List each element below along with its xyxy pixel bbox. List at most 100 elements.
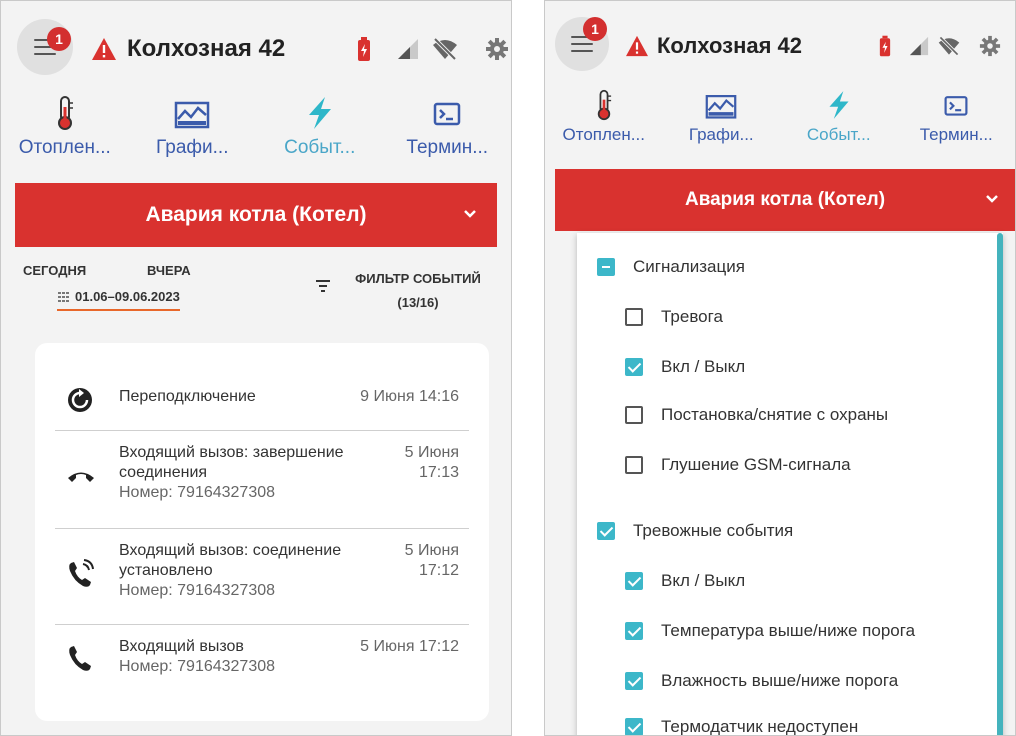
checkbox-checked[interactable]: [625, 672, 643, 690]
filter-group-alarm-events[interactable]: Тревожные события: [597, 521, 793, 541]
lightning-icon: [829, 91, 849, 119]
list-item[interactable]: Входящий вызов: завершение соединения Но…: [55, 431, 469, 529]
phone-icon: [69, 646, 91, 671]
tab-bar: Отоплен... Графи... Событ... Термин...: [1, 95, 511, 159]
tab-charts[interactable]: Графи...: [663, 89, 781, 145]
filter-option-gsm-jamming[interactable]: Глушение GSM-сигнала: [625, 455, 851, 475]
event-time: 5 Июня 17:12: [404, 542, 459, 579]
tab-label: Отоплен...: [562, 125, 645, 144]
filter-option-sensor-unavailable[interactable]: Термодатчик недоступен: [625, 717, 858, 735]
gear-icon[interactable]: [485, 37, 509, 61]
filter-icon[interactable]: [315, 279, 331, 293]
tab-label: Термин...: [406, 137, 489, 158]
scrollbar[interactable]: [997, 233, 1003, 735]
tab-events[interactable]: Событ...: [780, 89, 898, 145]
calendar-icon: [58, 292, 69, 302]
option-label: Постановка/снятие с охраны: [661, 405, 889, 424]
alarm-selector[interactable]: Авария котла (Котел): [15, 183, 497, 247]
gear-icon[interactable]: [979, 35, 1001, 57]
device-title: Колхозная 42: [657, 33, 803, 58]
option-label: Вкл / Выкл: [661, 571, 746, 590]
warning-icon: [626, 35, 648, 57]
event-title: Переподключение: [119, 388, 256, 405]
filter-option-temperature[interactable]: Температура выше/ниже порога: [625, 621, 915, 641]
event-time: 9 Июня 14:16: [360, 388, 459, 405]
checkbox[interactable]: [625, 406, 643, 424]
tab-label: Отоплен...: [18, 137, 111, 158]
option-label: Вкл / Выкл: [661, 357, 746, 376]
event-filter-screen: 1 Колхозная 42 Отоплен... Графи... Событ…: [544, 0, 1016, 736]
lightning-icon: [308, 97, 331, 129]
status-icons: [357, 37, 509, 61]
checkbox-checked[interactable]: [597, 522, 615, 540]
tab-heating[interactable]: Отоплен...: [545, 89, 663, 145]
filter-group-security[interactable]: Сигнализация: [597, 257, 745, 277]
event-filter-dropdown: Сигнализация Тревога Вкл / Выкл Постанов…: [577, 233, 1003, 735]
option-label: Температура выше/ниже порога: [661, 621, 916, 640]
event-filter-label: ФИЛЬТР СОБЫТИЙ: [355, 271, 481, 286]
chart-icon: [175, 101, 210, 129]
event-list: Переподключение 9 Июня 14:16 Входящий вы…: [35, 343, 489, 721]
list-item[interactable]: Входящий вызов: соединение установлено Н…: [55, 529, 469, 625]
alarm-label: Авария котла (Котел): [145, 203, 367, 226]
event-title: Входящий вызов: соединение установлено: [119, 542, 342, 579]
option-label: Влажность выше/ниже порога: [661, 671, 899, 690]
top-bar: 1 Колхозная 42: [545, 1, 1015, 91]
filter-option-arming[interactable]: Постановка/снятие с охраны: [625, 405, 888, 425]
alarm-selector[interactable]: Авария котла (Котел): [555, 169, 1015, 231]
event-title: Входящий вызов: завершение соединения: [119, 444, 344, 481]
device-title: Колхозная 42: [127, 35, 286, 62]
filter-option-on-off-2[interactable]: Вкл / Выкл: [625, 571, 745, 591]
option-label: Тревожные события: [633, 521, 794, 540]
event-number: Номер: 79164327308: [119, 658, 276, 675]
yesterday-button[interactable]: ВЧЕРА: [147, 263, 191, 278]
list-item[interactable]: Входящий вызов Номер: 79164327308 5 Июня…: [55, 625, 469, 695]
warning-icon: [92, 38, 116, 60]
event-title: Входящий вызов: [119, 638, 244, 655]
wifi-off-icon: [433, 37, 457, 61]
checkbox-indeterminate[interactable]: [597, 258, 615, 276]
tab-charts[interactable]: Графи...: [129, 95, 257, 159]
checkbox-checked[interactable]: [625, 718, 643, 735]
hangup-icon: [68, 472, 94, 482]
reconnect-icon: [68, 388, 92, 412]
event-time: 5 Июня 17:13: [404, 444, 459, 481]
tab-terminal[interactable]: Термин...: [898, 89, 1016, 145]
chevron-down-icon: [986, 195, 998, 203]
list-item[interactable]: Переподключение 9 Июня 14:16: [55, 367, 469, 431]
tab-label: Событ...: [284, 137, 356, 158]
chart-icon: [705, 95, 737, 119]
today-button[interactable]: СЕГОДНЯ: [23, 263, 86, 278]
tab-label: Термин...: [919, 125, 993, 144]
filter-option-humidity[interactable]: Влажность выше/ниже порога: [625, 671, 898, 691]
event-time: 5 Июня 17:12: [360, 638, 459, 655]
filter-option-alarm[interactable]: Тревога: [625, 307, 723, 327]
option-label: Глушение GSM-сигнала: [661, 455, 851, 474]
event-filter-button[interactable]: ФИЛЬТР СОБЫТИЙ (13/16): [343, 267, 493, 315]
checkbox[interactable]: [625, 456, 643, 474]
option-label: Сигнализация: [633, 257, 745, 276]
tab-label: Событ...: [806, 125, 871, 144]
battery-low-icon: [358, 37, 370, 61]
tab-terminal[interactable]: Термин...: [384, 95, 512, 159]
alarm-label: Авария котла (Котел): [684, 189, 886, 210]
terminal-icon: [434, 102, 461, 126]
battery-low-icon: [879, 35, 891, 57]
tab-label: Графи...: [156, 137, 229, 158]
chevron-down-icon: [464, 210, 476, 218]
checkbox-checked[interactable]: [625, 358, 643, 376]
tab-bar: Отоплен... Графи... Событ... Термин...: [545, 89, 1015, 145]
filter-option-on-off[interactable]: Вкл / Выкл: [625, 357, 745, 377]
event-number: Номер: 79164327308: [119, 582, 276, 599]
tab-events[interactable]: Событ...: [256, 95, 384, 159]
tab-label: Графи...: [688, 125, 754, 144]
terminal-icon: [944, 96, 968, 116]
tab-heating[interactable]: Отоплен...: [1, 95, 129, 159]
notification-badge: 1: [47, 27, 71, 51]
events-screen: 1 Колхозная 42 Отоплен... Графи... Событ…: [0, 0, 512, 736]
wifi-off-icon: [938, 36, 960, 56]
date-range-picker[interactable]: 01.06–09.06.2023: [57, 289, 180, 311]
checkbox-checked[interactable]: [625, 622, 643, 640]
checkbox-checked[interactable]: [625, 572, 643, 590]
checkbox[interactable]: [625, 308, 643, 326]
